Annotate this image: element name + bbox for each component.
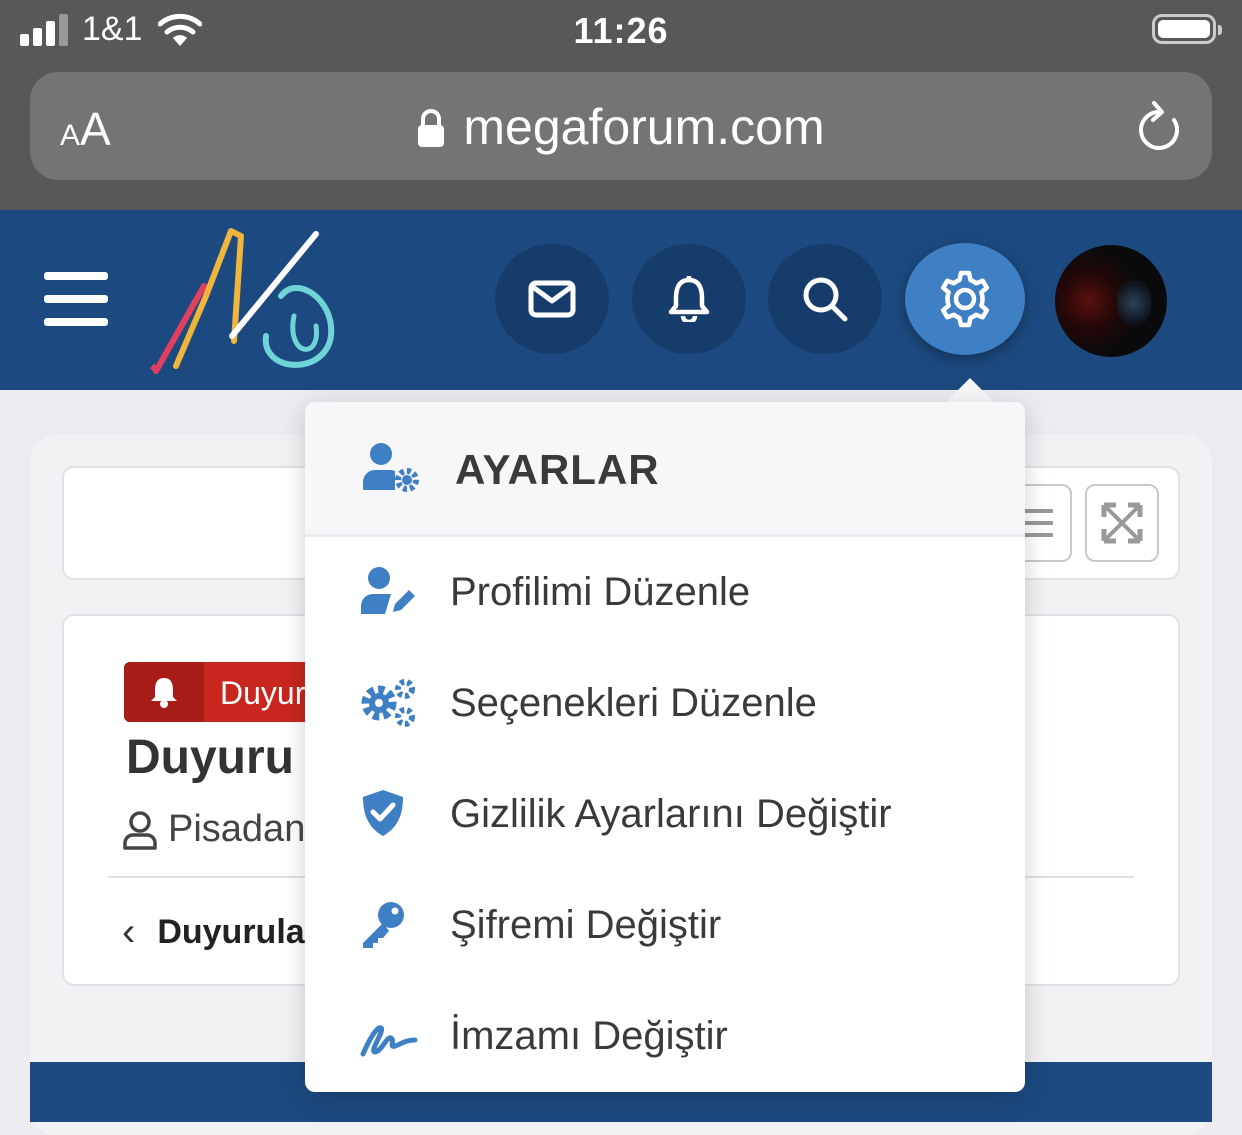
messages-button[interactable]	[495, 244, 609, 354]
address-bar[interactable]: AA megaforum.com	[30, 72, 1212, 180]
dropdown-caret	[944, 378, 996, 404]
badge-label: Duyur	[220, 675, 306, 711]
menu-item-privacy[interactable]: Gizlilik Ayarlarını Değiştir	[305, 762, 1025, 862]
cogs-icon	[361, 679, 415, 727]
shield-check-icon	[363, 790, 403, 836]
user-icon	[123, 810, 157, 850]
notifications-button[interactable]	[632, 244, 746, 354]
dropdown-header: AYARLAR	[305, 402, 1025, 537]
menu-item-change-signature[interactable]: İmzamı Değiştir	[305, 984, 1025, 1084]
menu-item-label: Gizlilik Ayarlarını Değiştir	[450, 792, 892, 836]
clock: 11:26	[573, 10, 669, 51]
site-header	[0, 210, 1242, 390]
menu-item-label: Profilimi Düzenle	[450, 570, 751, 614]
user-avatar[interactable]	[1055, 245, 1167, 357]
user-edit-icon	[361, 567, 415, 614]
user-cog-icon	[363, 443, 419, 492]
lock-icon	[418, 109, 445, 147]
bell-icon	[668, 276, 710, 322]
settings-dropdown: AYARLAR Profilimi Düzenle Seçenekleri Dü…	[305, 402, 1025, 1092]
site-logo[interactable]	[146, 226, 346, 376]
settings-button[interactable]	[905, 243, 1025, 355]
menu-item-edit-options[interactable]: Seçenekleri Düzenle	[305, 651, 1025, 751]
envelope-icon	[528, 280, 576, 318]
menu-item-edit-profile[interactable]: Profilimi Düzenle	[305, 540, 1025, 640]
dropdown-title: AYARLAR	[455, 446, 660, 493]
reload-icon[interactable]	[1134, 98, 1186, 156]
thread-title: Duyuru	[126, 731, 294, 784]
chevron-left-icon: ‹	[122, 910, 136, 954]
battery-icon	[1152, 14, 1222, 44]
key-icon	[363, 902, 404, 948]
bell-icon	[124, 662, 204, 722]
thread-author[interactable]: Pisadan	[122, 808, 305, 851]
browser-chrome: 1&1 11:26 AA megaforum.com	[0, 0, 1242, 210]
gear-icon	[940, 270, 990, 328]
menu-item-label: İmzamı Değiştir	[450, 1014, 728, 1058]
search-button[interactable]	[768, 244, 882, 354]
menu-item-change-password[interactable]: Şifremi Değiştir	[305, 873, 1025, 973]
url-text: megaforum.com	[463, 99, 825, 155]
expand-button[interactable]	[1085, 484, 1159, 562]
signature-icon	[360, 1025, 418, 1057]
back-link[interactable]: ‹ Duyurula	[122, 910, 305, 955]
menu-icon[interactable]	[44, 272, 110, 328]
menu-item-label: Seçenekleri Düzenle	[450, 681, 817, 725]
search-icon	[803, 277, 848, 322]
menu-item-label: Şifremi Değiştir	[450, 903, 722, 947]
expand-icon	[1101, 502, 1143, 544]
url-display[interactable]: megaforum.com	[30, 98, 1212, 156]
